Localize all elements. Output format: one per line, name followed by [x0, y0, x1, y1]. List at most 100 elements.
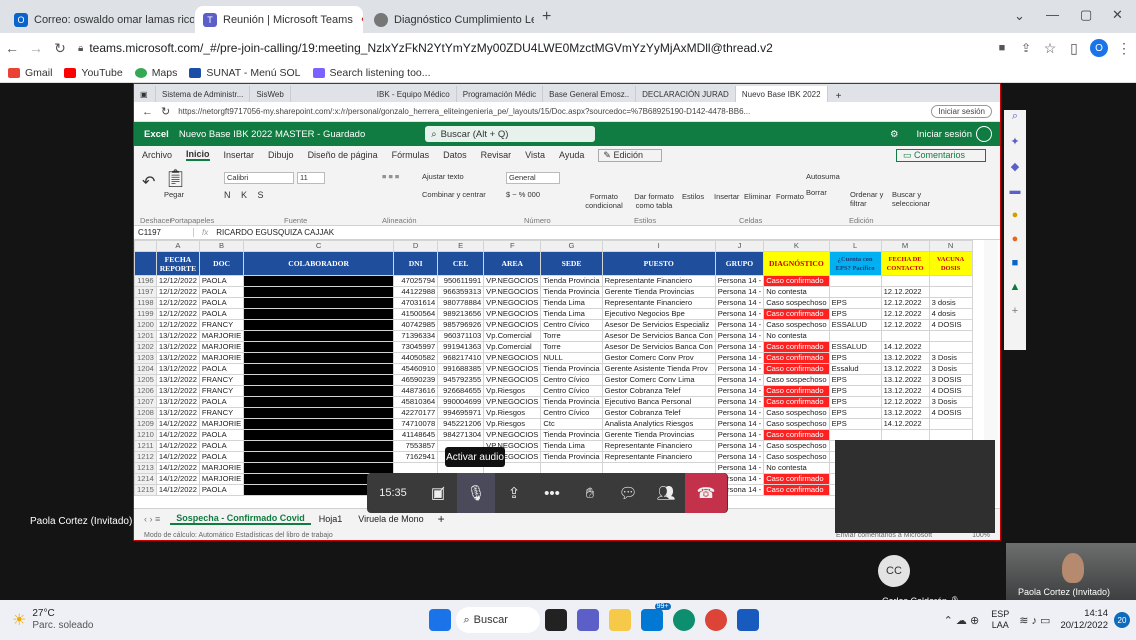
insert-cells-button[interactable]: Insertar: [714, 192, 739, 201]
table-cell[interactable]: [828, 330, 882, 342]
table-cell[interactable]: PAOLA: [198, 484, 245, 496]
column-header[interactable]: DOC: [198, 251, 245, 276]
bookmark-maps[interactable]: Maps: [134, 67, 177, 79]
row-number[interactable]: 1199: [134, 308, 157, 320]
row-number[interactable]: 1205: [134, 374, 157, 386]
inner-url-field[interactable]: https://netorgft9717056-my.sharepoint.co…: [178, 107, 923, 116]
row-number[interactable]: 1213: [134, 462, 157, 474]
redacted-cell[interactable]: [243, 407, 395, 419]
table-cell[interactable]: Persona 14 -: [714, 319, 765, 331]
back-icon[interactable]: ←: [0, 40, 24, 56]
table-cell[interactable]: 7553857: [393, 440, 439, 452]
column-letter[interactable]: K: [763, 240, 830, 252]
wrap-text-button[interactable]: Ajustar texto: [422, 172, 464, 181]
table-cell[interactable]: 3 DOSIS: [928, 374, 973, 386]
table-cell[interactable]: [880, 429, 930, 441]
redacted-cell[interactable]: [243, 341, 395, 353]
table-cell[interactable]: 989213656: [437, 308, 485, 320]
table-cell[interactable]: Caso sospechoso: [763, 407, 830, 419]
table-cell[interactable]: 13.12.2022: [880, 374, 930, 386]
table-cell[interactable]: Centro Cívico: [540, 407, 603, 419]
table-cell[interactable]: Representante Financiero: [601, 297, 716, 309]
row-number[interactable]: 1208: [134, 407, 157, 419]
table-cell[interactable]: Caso confirmado: [763, 363, 830, 375]
tab-diagnostico[interactable]: Diagnóstico Cumplimiento Ley 2 ✕: [366, 6, 534, 33]
minimize-icon[interactable]: —: [1046, 7, 1059, 22]
clear-button[interactable]: Borrar: [806, 188, 827, 197]
table-cell[interactable]: 3 Dosis: [928, 396, 973, 408]
tab-teams[interactable]: T Reunión | Microsoft Teams ● ✕: [195, 6, 363, 33]
table-cell[interactable]: 14/12/2022: [155, 418, 200, 430]
column-header[interactable]: SEDE: [540, 251, 603, 276]
forward-icon[interactable]: →: [24, 40, 48, 56]
table-cell[interactable]: Caso confirmado: [763, 473, 830, 485]
table-cell[interactable]: Tienda Provincia: [540, 429, 603, 441]
table-cell[interactable]: VP.NEGOCIOS: [483, 429, 542, 441]
number-format-icons[interactable]: $ ~ % 000: [506, 190, 540, 199]
table-cell[interactable]: Caso confirmado: [763, 484, 830, 496]
table-cell[interactable]: 45810364: [393, 396, 439, 408]
taskbar-search[interactable]: ⌕ Buscar: [455, 607, 540, 633]
bookmark-star-icon[interactable]: ☆: [1038, 40, 1062, 57]
table-cell[interactable]: FRANCY: [198, 374, 245, 386]
bookmark-gmail[interactable]: Gmail: [8, 67, 52, 79]
table-cell[interactable]: MARJORIE: [198, 352, 245, 364]
redacted-cell[interactable]: [243, 440, 395, 452]
table-cell[interactable]: VP.NEGOCIOS: [483, 275, 542, 287]
table-cell[interactable]: Persona 14 -: [714, 407, 765, 419]
column-letter[interactable]: E: [437, 240, 485, 252]
table-cell[interactable]: Caso sospechoso: [763, 374, 830, 386]
kebab-menu-icon[interactable]: ⋮: [1112, 40, 1136, 57]
table-cell[interactable]: MARJORIE: [198, 330, 245, 342]
font-size-select[interactable]: 11: [297, 172, 325, 184]
table-cell[interactable]: Ejecutivo Banca Personal: [601, 396, 716, 408]
table-cell[interactable]: 12.12.2022: [880, 319, 930, 331]
table-cell[interactable]: 12/12/2022: [155, 297, 200, 309]
table-cell[interactable]: 926684655: [437, 385, 485, 397]
table-cell[interactable]: [880, 330, 930, 342]
table-cell[interactable]: Persona 14 -: [714, 429, 765, 441]
table-cell[interactable]: 41500564: [393, 308, 439, 320]
conditional-format-button[interactable]: Formato condicional: [584, 192, 624, 210]
table-cell[interactable]: 12.12.2022: [880, 396, 930, 408]
more-options-icon[interactable]: •••: [533, 473, 571, 513]
reload-icon[interactable]: ↻: [48, 40, 72, 57]
inner-back-icon[interactable]: ←: [142, 106, 153, 118]
row-number[interactable]: 1196: [134, 275, 157, 287]
table-cell[interactable]: Vp.Comercial: [483, 341, 542, 353]
column-header[interactable]: VACUNA DOSIS: [928, 251, 973, 276]
redacted-cell[interactable]: [243, 352, 395, 364]
settings-gear-icon[interactable]: ⚙: [890, 129, 899, 140]
delete-cells-button[interactable]: Eliminar: [744, 192, 771, 201]
autosum-button[interactable]: Autosuma: [806, 172, 840, 181]
redacted-cell[interactable]: [243, 462, 395, 474]
tab-inicio[interactable]: Inicio: [186, 149, 210, 161]
table-cell[interactable]: Tienda Provincia: [540, 396, 603, 408]
table-cell[interactable]: Caso sospechoso: [763, 297, 830, 309]
redacted-cell[interactable]: [243, 385, 395, 397]
table-cell[interactable]: Persona 14 -: [714, 286, 765, 298]
column-letter[interactable]: I: [601, 240, 716, 252]
table-cell[interactable]: Representante Financiero: [601, 440, 716, 452]
row-number[interactable]: 1214: [134, 473, 157, 485]
table-cell[interactable]: 980778884: [437, 297, 485, 309]
close-window-icon[interactable]: ✕: [1112, 7, 1123, 23]
table-cell[interactable]: 13/12/2022: [155, 407, 200, 419]
table-cell[interactable]: VP.NEGOCIOS: [483, 374, 542, 386]
table-cell[interactable]: 985796926: [437, 319, 485, 331]
table-cell[interactable]: 3 Dosis: [928, 352, 973, 364]
table-cell[interactable]: 12/12/2022: [155, 319, 200, 331]
table-cell[interactable]: Caso sospechoso: [763, 440, 830, 452]
row-number[interactable]: 1215: [134, 484, 157, 496]
table-cell[interactable]: EPS: [828, 418, 882, 430]
clock[interactable]: 14:14 20/12/2022: [1060, 608, 1108, 632]
table-cell[interactable]: 14/12/2022: [155, 440, 200, 452]
windows-start-icon[interactable]: [428, 609, 451, 631]
table-cell[interactable]: Caso confirmado: [763, 308, 830, 320]
bookmark-sunat[interactable]: SUNAT - Menú SOL: [189, 67, 301, 79]
table-cell[interactable]: Caso confirmado: [763, 429, 830, 441]
inner-new-tab-icon[interactable]: +: [836, 91, 842, 102]
table-cell[interactable]: EPS: [828, 407, 882, 419]
participants-icon[interactable]: 👥︎: [647, 473, 685, 513]
table-cell[interactable]: Gerente Tienda Provincias: [601, 429, 716, 441]
